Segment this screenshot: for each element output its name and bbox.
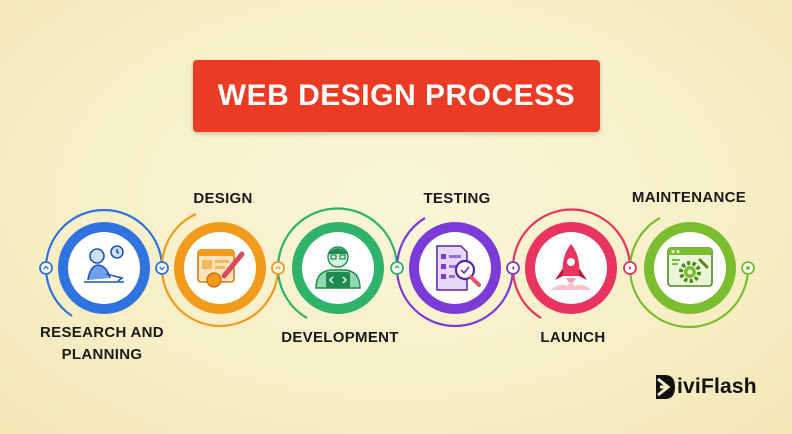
step-circle-maintenance xyxy=(644,222,736,314)
junction-dot xyxy=(623,261,637,275)
label-research-planning: RESEARCH AND PLANNING xyxy=(40,324,164,363)
label-launch: LAUNCH xyxy=(540,329,606,346)
junction-dot xyxy=(39,261,53,275)
brand-logo: iviFlash xyxy=(652,372,757,402)
junction-dot xyxy=(155,261,169,275)
step-circle-development xyxy=(292,222,384,314)
label-maintenance: MAINTENANCE xyxy=(631,189,747,206)
brand-name: iviFlash xyxy=(677,375,757,398)
step-circle-testing xyxy=(409,222,501,314)
junction-dot xyxy=(506,261,520,275)
junction-dot xyxy=(390,261,404,275)
label-testing: TESTING xyxy=(423,190,491,207)
step-circle-research xyxy=(58,222,150,314)
maintenance-gear-icon xyxy=(667,247,713,287)
label-design: DESIGN xyxy=(193,190,253,207)
junction-dot xyxy=(741,261,755,275)
step-circle-launch xyxy=(525,222,617,314)
step-circle-design xyxy=(174,222,266,314)
process-diagram xyxy=(39,207,755,399)
label-development: DEVELOPMENT xyxy=(281,329,399,346)
junction-dot xyxy=(271,261,285,275)
